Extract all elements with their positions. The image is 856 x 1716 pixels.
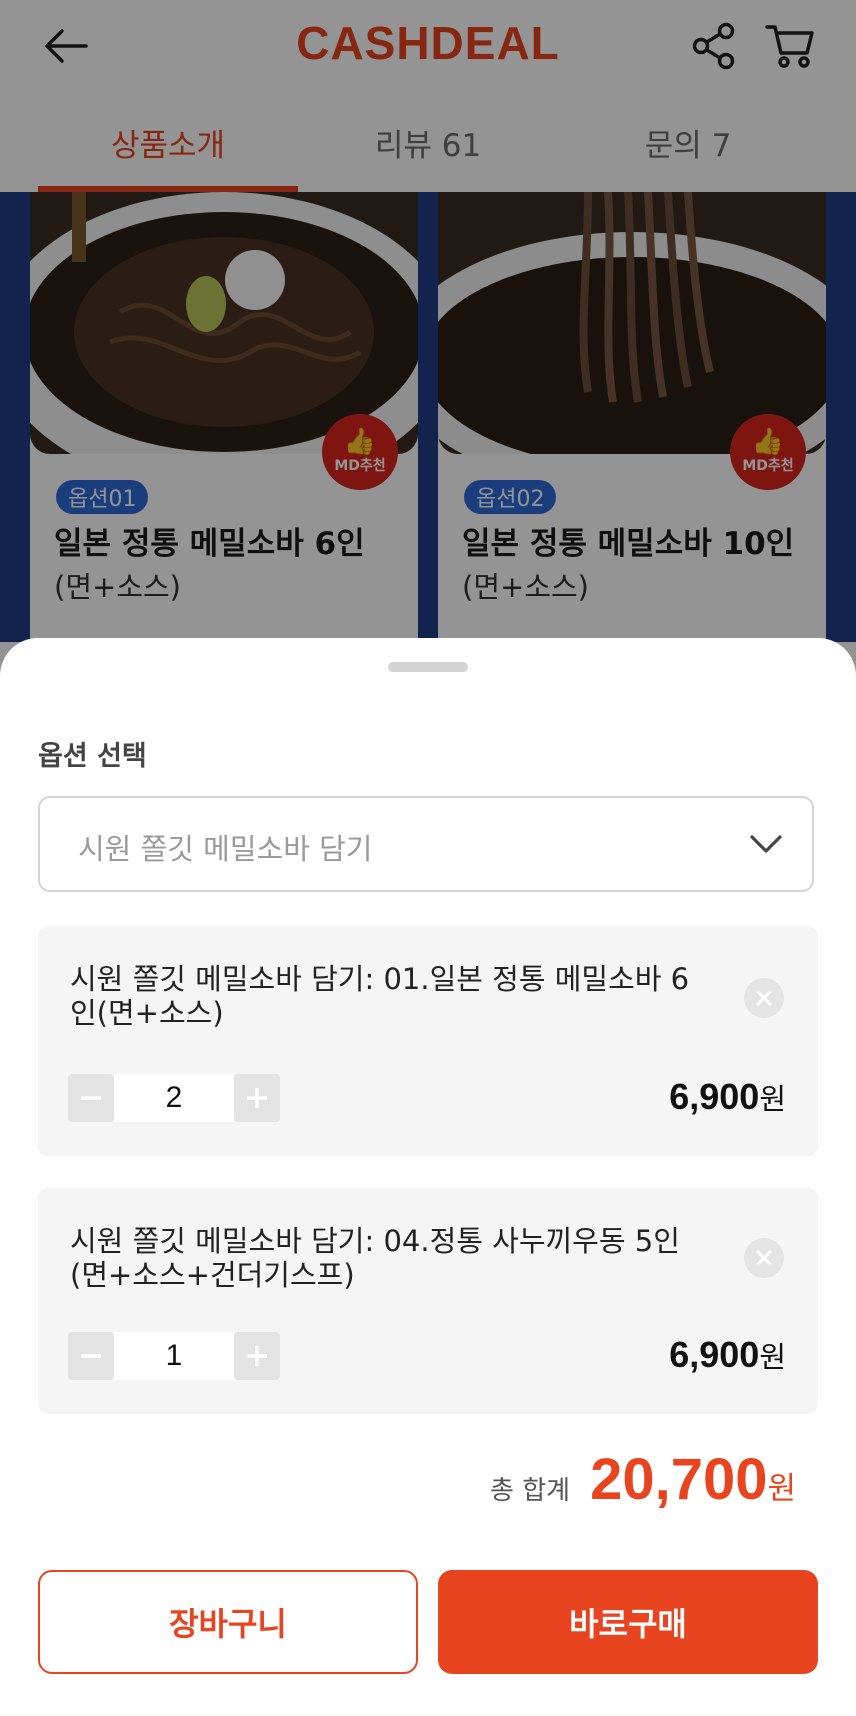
increase-button[interactable] (234, 1332, 280, 1380)
total-currency: 원 (767, 1471, 796, 1507)
buy-now-button[interactable]: 바로구매 (438, 1570, 818, 1674)
chevron-down-icon (750, 835, 782, 853)
decrease-button[interactable] (68, 1074, 114, 1122)
selected-option-name: 시원 쫄깃 메밀소바 담기: 01.일본 정통 메밀소바 6인(면+소스) (70, 962, 690, 1030)
selected-option-name: 시원 쫄깃 메밀소바 담기: 04.정통 사누끼우동 5인(면+소스+건더기스프… (70, 1224, 680, 1292)
quantity-stepper: 1 (68, 1332, 280, 1380)
currency-unit: 원 (759, 1084, 786, 1116)
remove-option-button[interactable] (744, 978, 784, 1018)
remove-option-button[interactable] (744, 1238, 784, 1278)
plus-icon (247, 1346, 267, 1366)
option-dropdown-value: 시원 쫄깃 메밀소바 담기 (78, 832, 373, 866)
sheet-drag-handle[interactable] (388, 662, 468, 672)
minus-icon (81, 1354, 101, 1358)
add-to-cart-button[interactable]: 장바구니 (38, 1570, 418, 1674)
increase-button[interactable] (234, 1074, 280, 1122)
option-price-value: 6,900 (669, 1334, 760, 1375)
option-price: 6,900원 (669, 1076, 786, 1118)
close-icon (756, 1250, 772, 1266)
close-icon (756, 990, 772, 1006)
quantity-value[interactable]: 1 (114, 1332, 234, 1380)
option-price: 6,900원 (669, 1334, 786, 1376)
option-bottom-sheet: 옵션 선택 시원 쫄깃 메밀소바 담기 시원 쫄깃 메밀소바 담기: 01.일본… (0, 638, 856, 1716)
quantity-value[interactable]: 2 (114, 1074, 234, 1122)
plus-icon (247, 1088, 267, 1108)
total-amount: 20,700 (590, 1447, 768, 1512)
total-label: 총 합계 (490, 1476, 571, 1506)
currency-unit: 원 (759, 1342, 786, 1374)
option-dropdown[interactable]: 시원 쫄깃 메밀소바 담기 (38, 796, 814, 892)
selected-option-item: 시원 쫄깃 메밀소바 담기: 01.일본 정통 메밀소바 6인(면+소스) 2 … (38, 926, 818, 1156)
selected-option-item: 시원 쫄깃 메밀소바 담기: 04.정통 사누끼우동 5인(면+소스+건더기스프… (38, 1188, 818, 1414)
total-summary: 총 합계 20,700 원 (490, 1446, 796, 1513)
option-select-label: 옵션 선택 (38, 741, 147, 772)
option-price-value: 6,900 (669, 1076, 760, 1117)
quantity-stepper: 2 (68, 1074, 280, 1122)
minus-icon (81, 1096, 101, 1100)
decrease-button[interactable] (68, 1332, 114, 1380)
